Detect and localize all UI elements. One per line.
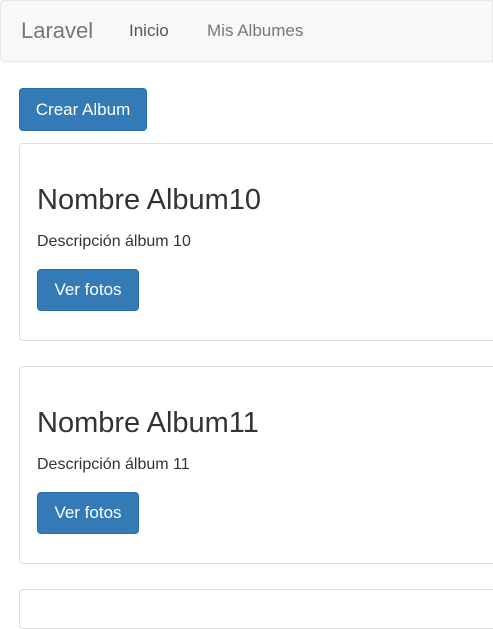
album-description: Descripción álbum 11 xyxy=(37,456,190,473)
brand-link[interactable]: Laravel xyxy=(21,18,93,44)
album-description: Descripción álbum 10 xyxy=(37,233,191,250)
nav-link-inicio[interactable]: Inicio xyxy=(129,21,169,41)
album-card-partial xyxy=(19,589,493,629)
album-title: Nombre Album10 xyxy=(37,184,262,216)
top-navbar: Laravel Inicio Mis Albumes xyxy=(0,0,493,62)
view-photos-button[interactable]: Ver fotos xyxy=(37,269,139,311)
album-title: Nombre Album11 xyxy=(37,407,259,439)
album-card: Nombre Album10 Descripción álbum 10 Ver … xyxy=(19,143,493,341)
nav-link-mis-albumes[interactable]: Mis Albumes xyxy=(207,21,303,41)
view-photos-button[interactable]: Ver fotos xyxy=(37,492,139,534)
album-card: Nombre Album11 Descripción álbum 11 Ver … xyxy=(19,366,493,564)
create-album-button[interactable]: Crear Album xyxy=(19,88,147,131)
